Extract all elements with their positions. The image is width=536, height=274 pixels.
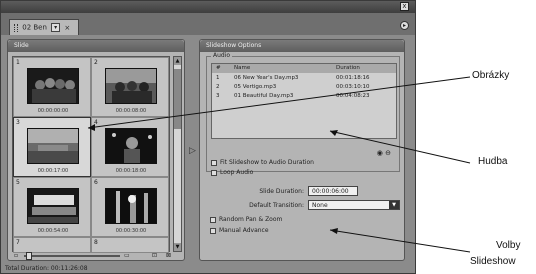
callout-options-line2: Slideshow (470, 256, 516, 267)
callout-leaders (87, 76, 471, 253)
leader-images (87, 76, 471, 129)
leader-images-arrow (88, 124, 95, 131)
leader-music (329, 130, 471, 164)
callout-music: Hudba (478, 156, 508, 167)
leader-options (329, 229, 471, 253)
leader-options-arrow (330, 228, 338, 234)
callout-options-line1: Volby (496, 240, 521, 251)
callout-images: Obrázky (472, 70, 510, 81)
